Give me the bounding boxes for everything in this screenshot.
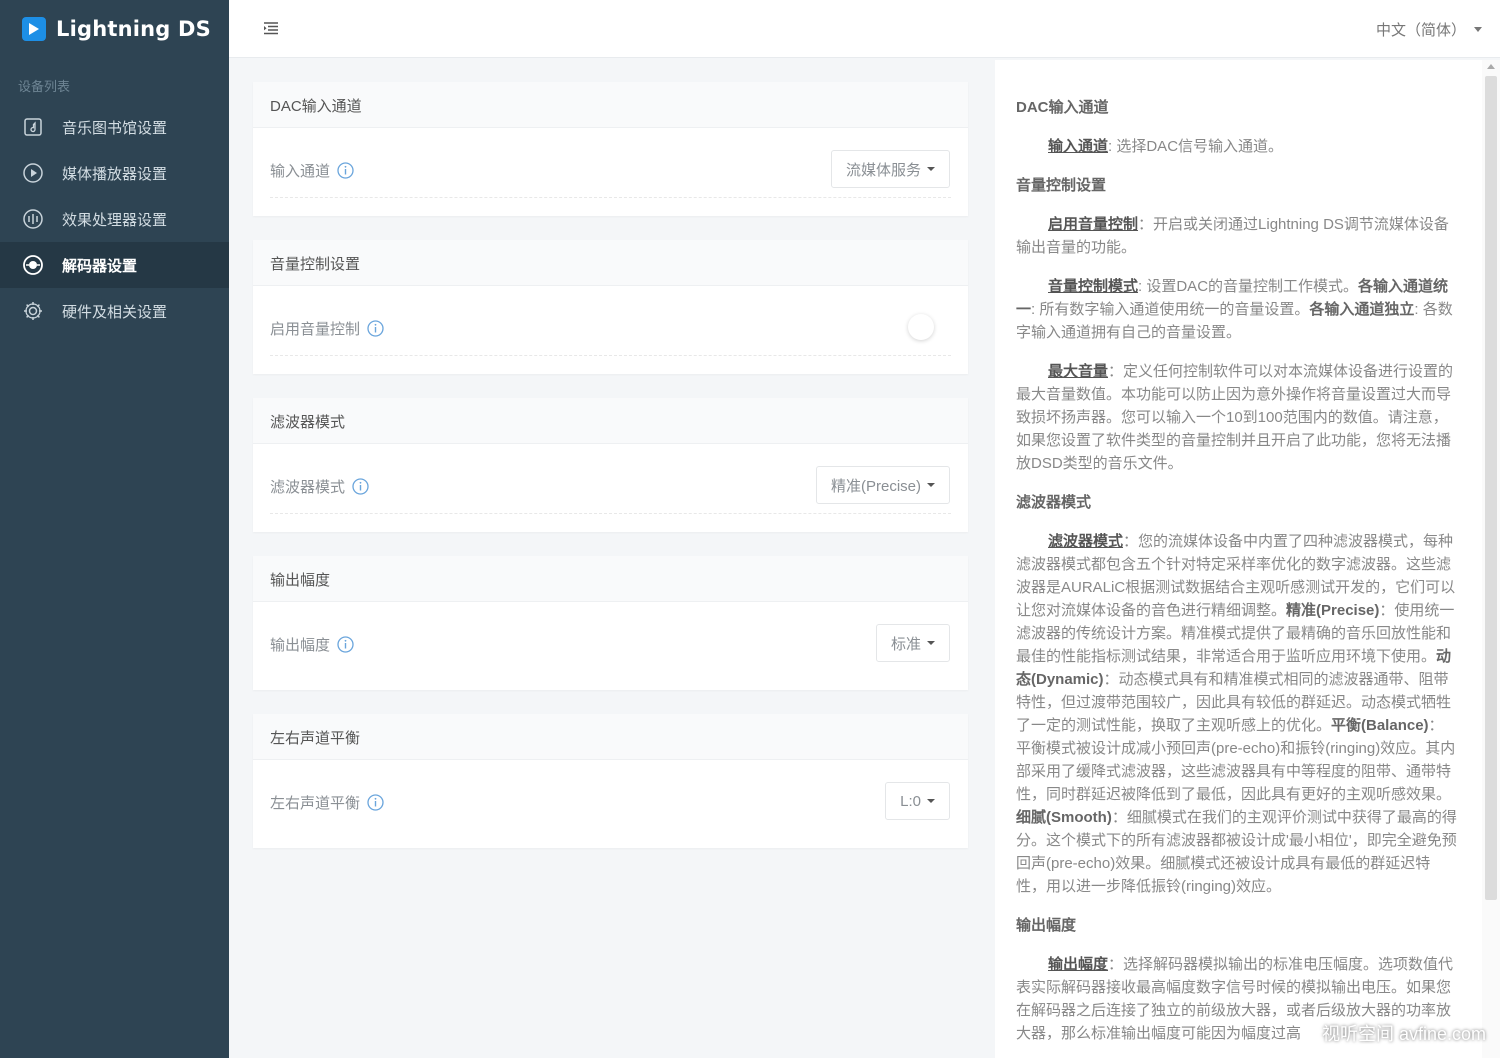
sidebar-item-media-player[interactable]: 媒体播放器设置 <box>0 150 229 196</box>
sidebar-section-title: 设备列表 <box>18 79 71 94</box>
help-heading: 音量控制设置 <box>1016 177 1107 194</box>
output-amplitude-dropdown[interactable]: 标准 <box>875 624 950 662</box>
help-paragraph: 音量控制模式: 设置DAC的音量控制工作模式。各输入通道统一: 所有数字输入通道… <box>1016 275 1458 344</box>
sidebar-item-hardware[interactable]: 硬件及相关设置 <box>0 288 229 334</box>
sidebar-item-effects-processor[interactable]: 效果处理器设置 <box>0 196 229 242</box>
info-icon[interactable] <box>367 794 384 811</box>
equalizer-icon <box>22 208 44 230</box>
sidebar-item-music-library[interactable]: 音乐图书馆设置 <box>0 104 229 150</box>
sidebar-item-decoder[interactable]: 解码器设置 <box>0 242 229 288</box>
caret-down-icon <box>927 167 935 171</box>
decoder-icon <box>22 254 44 276</box>
scroll-thumb[interactable] <box>1485 76 1497 900</box>
info-icon[interactable] <box>337 162 354 179</box>
panel-title: 输出幅度 <box>253 556 968 602</box>
help-term: 输出幅度 <box>1048 956 1109 973</box>
dropdown-value: 流媒体服务 <box>845 161 921 179</box>
dropdown-value: 精准(Precise) <box>830 477 921 495</box>
row-label-text: 输入通道 <box>270 163 331 180</box>
row-label: 输入通道 <box>270 160 354 181</box>
sidebar-item-label: 效果处理器设置 <box>62 211 168 229</box>
help-text: : 选择DAC信号输入通道。 <box>1108 138 1284 155</box>
help-paragraph: 启用音量控制：开启或关闭通过Lightning DS调节流媒体设备输出音量的功能… <box>1016 213 1458 259</box>
panel-dac-input: DAC输入通道 输入通道 流媒体服务 <box>253 82 968 216</box>
scroll-up-arrow-icon[interactable] <box>1487 64 1495 69</box>
row-label: 输出幅度 <box>270 634 354 655</box>
divider <box>270 355 951 356</box>
help-term: 最大音量 <box>1048 363 1109 380</box>
help-paragraph: 输入通道: 选择DAC信号输入通道。 <box>1016 135 1458 158</box>
language-select[interactable]: 中文（简体） <box>1376 19 1482 40</box>
app-title: Lightning DS <box>56 17 211 41</box>
caret-down-icon <box>927 799 935 803</box>
play-circle-icon <box>22 162 44 184</box>
row-label-text: 启用音量控制 <box>270 321 361 338</box>
top-bar: 中文（简体） <box>229 0 1500 58</box>
music-library-icon <box>22 116 44 138</box>
info-icon[interactable] <box>352 478 369 495</box>
panel-volume-control: 音量控制设置 启用音量控制 <box>253 240 968 374</box>
sidebar-item-label: 硬件及相关设置 <box>62 303 168 321</box>
settings-main: DAC输入通道 输入通道 流媒体服务 音量控制设置 启用音量控制 滤波器模式 滤… <box>253 82 968 872</box>
help-term: 音量控制模式 <box>1048 278 1139 295</box>
panel-filter-mode: 滤波器模式 滤波器模式 精准(Precise) <box>253 398 968 532</box>
chevron-down-icon <box>1474 27 1482 32</box>
row-label: 滤波器模式 <box>270 476 369 497</box>
dropdown-value: 标准 <box>890 635 921 653</box>
dropdown-value: L:0 <box>900 792 921 810</box>
row-label-text: 输出幅度 <box>270 637 331 654</box>
info-icon[interactable] <box>337 636 354 653</box>
menu-toggle-icon[interactable] <box>262 19 282 39</box>
input-channel-dropdown[interactable]: 流媒体服务 <box>830 150 950 188</box>
panel-channel-balance: 左右声道平衡 左右声道平衡 L:0 <box>253 714 968 848</box>
row-label: 启用音量控制 <box>270 318 384 339</box>
help-heading: 输出幅度 <box>1016 917 1077 934</box>
sidebar-item-label: 解码器设置 <box>62 257 138 275</box>
info-icon[interactable] <box>367 320 384 337</box>
divider <box>270 513 951 514</box>
watermark: 视听空间 avfine.com <box>1321 1024 1486 1044</box>
help-text: : 所有数字输入通道使用统一的音量设置。 <box>1031 301 1310 318</box>
sidebar: Lightning DS 设备列表 音乐图书馆设置 媒体播放器设置 效果处理器设… <box>0 0 229 1058</box>
help-heading: 滤波器模式 <box>1016 494 1092 511</box>
help-bold: 精准(Precise) <box>1286 602 1380 619</box>
panel-title: 音量控制设置 <box>253 240 968 286</box>
row-label: 左右声道平衡 <box>270 792 384 813</box>
help-text: : 设置DAC的音量控制工作模式。 <box>1138 278 1359 295</box>
help-term: 滤波器模式 <box>1048 533 1124 550</box>
filter-mode-dropdown[interactable]: 精准(Precise) <box>815 466 950 504</box>
caret-down-icon <box>927 483 935 487</box>
gear-icon <box>22 300 44 322</box>
help-heading: DAC输入通道 <box>1016 99 1109 116</box>
help-paragraph: 滤波器模式：您的流媒体设备中内置了四种滤波器模式，每种滤波器模式都包含五个针对特… <box>1016 530 1458 898</box>
sidebar-item-label: 音乐图书馆设置 <box>62 119 168 137</box>
help-bold: 平衡(Balance) <box>1331 717 1429 734</box>
panel-title: 滤波器模式 <box>253 398 968 444</box>
panel-output-amplitude: 输出幅度 输出幅度 标准 <box>253 556 968 690</box>
panel-title: DAC输入通道 <box>253 82 968 128</box>
channel-balance-dropdown[interactable]: L:0 <box>885 782 950 820</box>
panel-title: 左右声道平衡 <box>253 714 968 760</box>
row-label-text: 滤波器模式 <box>270 479 346 496</box>
help-paragraph: 最大音量：定义任何控制软件可以对本流媒体设备进行设置的最大音量数值。本功能可以防… <box>1016 360 1458 475</box>
help-bold: 细腻(Smooth) <box>1016 809 1112 826</box>
help-term: 输入通道 <box>1048 138 1109 155</box>
row-label-text: 左右声道平衡 <box>270 795 361 812</box>
language-label: 中文（简体） <box>1375 22 1466 39</box>
help-term: 启用音量控制 <box>1048 216 1139 233</box>
lightning-logo-icon <box>22 17 46 41</box>
help-pane: DAC输入通道 输入通道: 选择DAC信号输入通道。 音量控制设置 启用音量控制… <box>995 60 1482 1058</box>
volume-control-toggle[interactable] <box>908 314 934 340</box>
sidebar-item-label: 媒体播放器设置 <box>62 165 168 183</box>
help-bold: 各输入通道独立 <box>1309 301 1415 318</box>
help-scrollbar[interactable] <box>1482 60 1500 1058</box>
divider <box>270 197 951 198</box>
app-logo[interactable]: Lightning DS <box>0 0 229 58</box>
caret-down-icon <box>927 641 935 645</box>
